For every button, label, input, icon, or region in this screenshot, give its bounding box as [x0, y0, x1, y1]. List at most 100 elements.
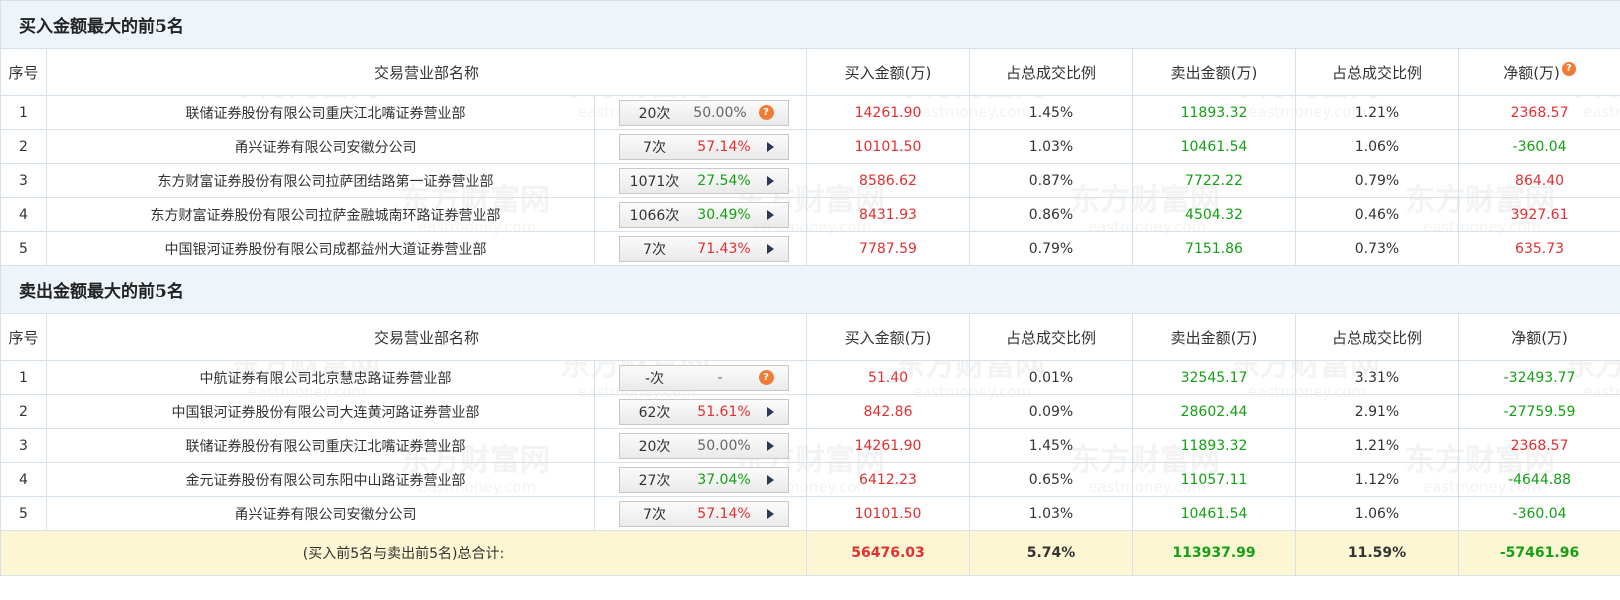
broker-stats-button[interactable]: 1071次 27.54% — [618, 167, 789, 194]
sell-col-net-amount-label: 净额(万) — [1511, 328, 1568, 347]
buy-ratio: 0.79% — [969, 231, 1133, 266]
buy-amount: 8431.93 — [806, 197, 970, 232]
total-net-amount: -57461.96 — [1457, 530, 1620, 576]
sell-col-buy-ratio-header: 占总成交比例 — [969, 313, 1133, 361]
play-arrow-icon[interactable] — [766, 175, 774, 186]
broker-name-link[interactable]: 东方财富证券股份有限公司拉萨金融城南环路证券营业部 — [46, 197, 595, 232]
buy-amount: 8586.62 — [806, 163, 970, 198]
lhb-detail-panel: 东方财富网eastmoney.com东方财富网eastmoney.com东方财富… — [0, 0, 1620, 600]
sell-ratio: 2.91% — [1295, 394, 1459, 429]
trade-count: -次 — [644, 370, 665, 387]
row-index: 1 — [0, 95, 47, 130]
net-amount: 2368.57 — [1457, 428, 1620, 463]
row-index: 2 — [0, 129, 47, 164]
buy-col-buy-ratio-header: 占总成交比例 — [969, 48, 1133, 96]
broker-stats-button[interactable]: 62次 51.61% — [618, 398, 789, 425]
sell-ratio: 1.06% — [1295, 496, 1459, 531]
sell-ratio: 1.12% — [1295, 462, 1459, 497]
buy-col-buy-amount-header: 买入金额(万) — [806, 48, 970, 96]
play-arrow-icon[interactable] — [766, 243, 774, 254]
broker-stats-button[interactable]: 7次 57.14% — [618, 500, 789, 527]
play-arrow-icon[interactable] — [766, 209, 774, 220]
sell-amount: 11893.32 — [1132, 428, 1296, 463]
help-circle-icon[interactable]: ? — [758, 105, 774, 120]
buy-col-buy-ratio-label: 占总成交比例 — [1005, 63, 1096, 82]
buy-ratio: 0.87% — [969, 163, 1133, 198]
win-rate: - — [717, 369, 723, 386]
net-amount: 3927.61 — [1457, 197, 1620, 232]
row-index: 4 — [0, 462, 47, 497]
buy-col-net-amount-label: 净额(万) — [1503, 63, 1560, 82]
buy-amount: 842.86 — [806, 394, 970, 429]
buy-amount: 10101.50 — [806, 129, 970, 164]
net-amount: 864.40 — [1457, 163, 1620, 198]
buy-ratio: 0.86% — [969, 197, 1133, 232]
broker-stats-cell: 20次 50.00%? — [594, 95, 807, 130]
sell-col-sell-amount-header: 卖出金额(万) — [1132, 313, 1296, 361]
trade-count: 62次 — [638, 404, 671, 421]
broker-stats-button[interactable]: 20次 50.00% — [618, 432, 789, 459]
trade-count: 27次 — [638, 472, 671, 489]
buy-col-sell-ratio-header: 占总成交比例 — [1295, 48, 1459, 96]
net-amount: -4644.88 — [1457, 462, 1620, 497]
broker-name-link[interactable]: 甬兴证券有限公司安徽分公司 — [46, 129, 595, 164]
sell-col-buy-amount-header: 买入金额(万) — [806, 313, 970, 361]
sell-amount: 28602.44 — [1132, 394, 1296, 429]
help-circle-icon[interactable]: ? — [758, 370, 774, 385]
broker-stats-button[interactable]: 27次 37.04% — [618, 466, 789, 493]
play-arrow-icon[interactable] — [766, 440, 774, 451]
row-index: 5 — [0, 496, 47, 531]
buy-col-sell-ratio-label: 占总成交比例 — [1331, 63, 1422, 82]
row-index: 3 — [0, 163, 47, 198]
buy-ratio: 0.09% — [969, 394, 1133, 429]
broker-stats-button[interactable]: 7次 57.14% — [618, 133, 789, 160]
broker-stats-button[interactable]: 1066次 30.49% — [618, 201, 789, 228]
table-row: 4 金元证券股份有限公司东阳中山路证券营业部 27次 37.04% 6412.23 0.6… — [0, 462, 1620, 497]
trade-count: 7次 — [643, 506, 666, 523]
broker-name-link[interactable]: 金元证券股份有限公司东阳中山路证券营业部 — [46, 462, 595, 497]
broker-name-link[interactable]: 甬兴证券有限公司安徽分公司 — [46, 496, 595, 531]
buy-amount: 7787.59 — [806, 231, 970, 266]
broker-stats-button[interactable]: -次 -? — [618, 364, 789, 391]
sell-ratio: 0.79% — [1295, 163, 1459, 198]
broker-name-link[interactable]: 联储证券股份有限公司重庆江北嘴证券营业部 — [46, 95, 595, 130]
broker-name-link[interactable]: 中国银河证券股份有限公司成都益州大道证券营业部 — [46, 231, 595, 266]
buy-ratio: 0.65% — [969, 462, 1133, 497]
buy-col-broker-name-label: 交易营业部名称 — [373, 63, 479, 82]
table-row: 3 东方财富证券股份有限公司拉萨团结路第一证券营业部 1071次 27.54% 8586… — [0, 163, 1620, 198]
sell-col-index-header: 序号 — [0, 313, 47, 361]
help-circle-icon[interactable]: ? — [1561, 61, 1576, 76]
net-amount: 2368.57 — [1457, 95, 1620, 130]
total-buy-amount: 56476.03 — [806, 530, 970, 576]
sell-col-broker-name-header: 交易营业部名称 — [46, 313, 807, 361]
play-arrow-icon[interactable] — [766, 474, 774, 485]
play-arrow-icon[interactable] — [766, 141, 774, 152]
sell-col-net-amount-header: 净额(万) — [1457, 313, 1620, 361]
buy-header-row: 序号 交易营业部名称 买入金额(万) 占总成交比例 卖出金额(万) 占总成交比例 净额(万)… — [0, 48, 1620, 96]
table-row: 5 甬兴证券有限公司安徽分公司 7次 57.14% 10101.50 1.03% 10461… — [0, 496, 1620, 531]
broker-stats-button[interactable]: 20次 50.00%? — [618, 99, 789, 126]
broker-name-link[interactable]: 联储证券股份有限公司重庆江北嘴证券营业部 — [46, 428, 595, 463]
broker-name-link[interactable]: 东方财富证券股份有限公司拉萨团结路第一证券营业部 — [46, 163, 595, 198]
broker-stats-cell: 1071次 27.54% — [594, 163, 807, 198]
broker-stats-cell: 7次 57.14% — [594, 496, 807, 531]
table-row: 2 甬兴证券有限公司安徽分公司 7次 57.14% 10101.50 1.03% 10461… — [0, 129, 1620, 164]
broker-stats-button[interactable]: 7次 71.43% — [618, 235, 789, 262]
sell-col-buy-ratio-label: 占总成交比例 — [1005, 328, 1096, 347]
broker-stats-cell: 1066次 30.49% — [594, 197, 807, 232]
broker-name-link[interactable]: 中国银河证券股份有限公司大连黄河路证券营业部 — [46, 394, 595, 429]
table-row: 4 东方财富证券股份有限公司拉萨金融城南环路证券营业部 1066次 30.49% 843… — [0, 197, 1620, 232]
sell-col-buy-amount-label: 买入金额(万) — [844, 328, 932, 347]
buy-col-index-header: 序号 — [0, 48, 47, 96]
sell-ratio: 1.06% — [1295, 129, 1459, 164]
win-rate: 27.54% — [697, 172, 751, 189]
buy-col-buy-amount-label: 买入金额(万) — [844, 63, 932, 82]
buy-col-sell-amount-label: 卖出金额(万) — [1170, 63, 1258, 82]
total-label: (买入前5名与卖出前5名)总合计: — [0, 530, 807, 576]
broker-stats-cell: 20次 50.00% — [594, 428, 807, 463]
broker-name-link[interactable]: 中航证券有限公司北京慧忠路证券营业部 — [46, 360, 595, 395]
play-arrow-icon[interactable] — [766, 406, 774, 417]
sell-amount: 10461.54 — [1132, 129, 1296, 164]
play-arrow-icon[interactable] — [766, 508, 774, 519]
buy-col-broker-name-header: 交易营业部名称 — [46, 48, 807, 96]
